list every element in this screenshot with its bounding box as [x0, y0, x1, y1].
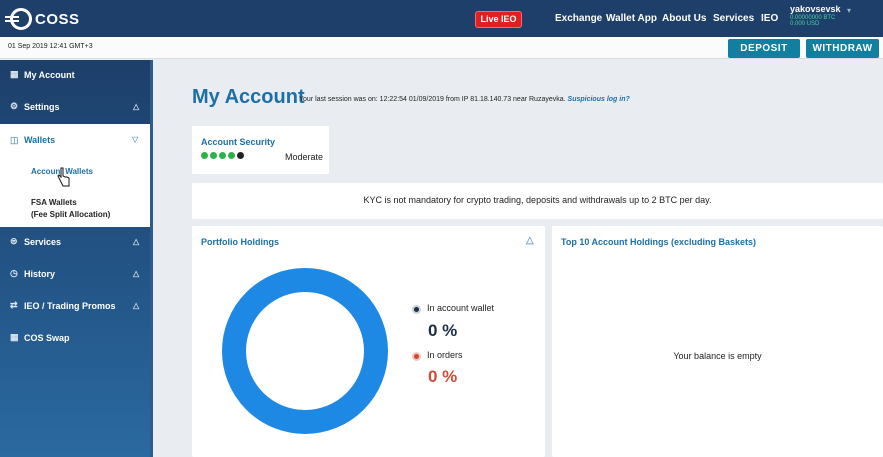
chevron-down-icon[interactable]: ▽ — [132, 135, 138, 144]
hand-cursor-icon — [57, 167, 70, 187]
sidebar-item-history[interactable]: ◷ History △ — [0, 259, 150, 291]
history-icon: ◷ — [10, 268, 18, 278]
fsa-wallets-line1: FSA Wallets — [31, 198, 77, 207]
coss-logo-icon — [5, 8, 32, 30]
legend-label-orders: In orders — [427, 350, 463, 360]
nav-ieo[interactable]: IEO — [761, 13, 778, 24]
portfolio-donut-chart — [222, 268, 388, 434]
swap-icon: ▦ — [10, 332, 19, 342]
nav-about-us[interactable]: About Us — [662, 13, 706, 24]
page-title: My Account — [192, 86, 305, 108]
top-holdings-card: Top 10 Account Holdings (excluding Baske… — [552, 226, 883, 457]
suspicious-login-link[interactable]: Suspicious log in? — [568, 96, 630, 103]
chevron-up-icon: △ — [133, 237, 140, 246]
legend-value-orders: 0 % — [428, 367, 458, 386]
security-level-dots — [201, 152, 244, 159]
nav-services[interactable]: Services — [713, 13, 754, 24]
sidebar-item-ieo-promos[interactable]: ⇄ IEO / Trading Promos △ — [0, 291, 150, 323]
top-holdings-title: Top 10 Account Holdings (excluding Baske… — [561, 237, 757, 247]
sidebar-item-label: IEO / Trading Promos — [24, 301, 116, 311]
withdraw-button[interactable]: WITHDRAW — [806, 39, 879, 58]
sidebar-subitem-fsa-wallets[interactable]: FSA Wallets (Fee Split Allocation) — [31, 197, 110, 221]
sidebar-item-cos-swap[interactable]: ▦ COS Swap — [0, 323, 150, 355]
datetime: 01 Sep 2019 12:41 GMT+3 — [8, 43, 93, 50]
legend-label-wallet: In account wallet — [427, 303, 495, 313]
live-ieo-button[interactable]: Live IEO — [475, 11, 522, 28]
services-icon: ⊜ — [10, 236, 18, 246]
username: yakovsevsk — [790, 4, 841, 14]
account-icon: ▦ — [10, 69, 19, 79]
chevron-down-icon[interactable]: ▾ — [847, 6, 851, 15]
promo-icon: ⇄ — [10, 300, 18, 310]
sidebar-item-label: Services — [24, 237, 62, 247]
security-dot — [219, 152, 226, 159]
wallet-icon: ◫ — [10, 135, 19, 145]
security-dot — [228, 152, 235, 159]
sidebar-item-wallets[interactable]: Wallets — [24, 135, 55, 145]
fsa-wallets-line2: (Fee Split Allocation) — [31, 210, 111, 219]
session-text: Your last session was on: 12:22:54 01/09… — [299, 96, 566, 103]
kyc-notice: KYC is not mandatory for crypto trading,… — [363, 195, 712, 205]
chevron-up-icon: △ — [133, 102, 140, 111]
portfolio-holdings-card: Portfolio Holdings △ In account wallet 0… — [192, 226, 545, 457]
security-level: Moderate — [285, 152, 324, 162]
sidebar-item-wallets-expanded: ◫ Wallets ▽ Account Wallets FSA Wallets … — [0, 124, 150, 227]
sidebar-item-label: Settings — [24, 102, 60, 112]
sidebar-edge — [150, 60, 153, 457]
donut-ring — [222, 268, 388, 434]
security-dot — [210, 152, 217, 159]
coss-logo[interactable]: COSS — [5, 8, 80, 30]
chevron-up-icon: △ — [133, 301, 140, 310]
portfolio-holdings-title: Portfolio Holdings — [201, 237, 279, 247]
sidebar-item-settings[interactable]: ⚙ Settings △ — [0, 92, 150, 124]
user-menu[interactable]: yakovsevsk 0.00000000 BTC 0.000 USD — [790, 4, 841, 27]
sidebar-item-label: My Account — [24, 70, 75, 80]
empty-balance-message: Your balance is empty — [673, 351, 762, 361]
security-dot — [201, 152, 208, 159]
top-navbar: COSS Live IEO Exchange Wallet App About … — [0, 0, 883, 37]
chevron-up-icon: △ — [133, 269, 140, 278]
legend-value-wallet: 0 % — [428, 321, 458, 340]
gear-icon: ⚙ — [10, 101, 19, 111]
nav-exchange[interactable]: Exchange — [555, 13, 602, 24]
last-session-info: Your last session was on: 12:22:54 01/09… — [299, 96, 630, 103]
account-security-card: Account Security Moderate — [192, 126, 329, 174]
collapse-icon[interactable]: △ — [526, 235, 534, 246]
sidebar-item-label: COS Swap — [24, 333, 70, 343]
security-dot — [237, 152, 244, 159]
sidebar-item-my-account[interactable]: ▦ My Account — [0, 60, 150, 92]
account-security-title[interactable]: Account Security — [201, 137, 275, 147]
sidebar-item-services[interactable]: ⊜ Services △ — [0, 227, 150, 259]
kyc-notice-card: KYC is not mandatory for crypto trading,… — [192, 183, 883, 219]
balance-usd: 0.000 USD — [790, 21, 820, 27]
logo-text: COSS — [35, 10, 80, 28]
nav-wallet-app[interactable]: Wallet App — [606, 13, 657, 24]
legend-dot-orders — [412, 352, 421, 361]
sidebar-item-label: History — [24, 269, 56, 279]
legend-dot-wallet — [412, 305, 421, 314]
deposit-button[interactable]: DEPOSIT — [728, 39, 800, 58]
